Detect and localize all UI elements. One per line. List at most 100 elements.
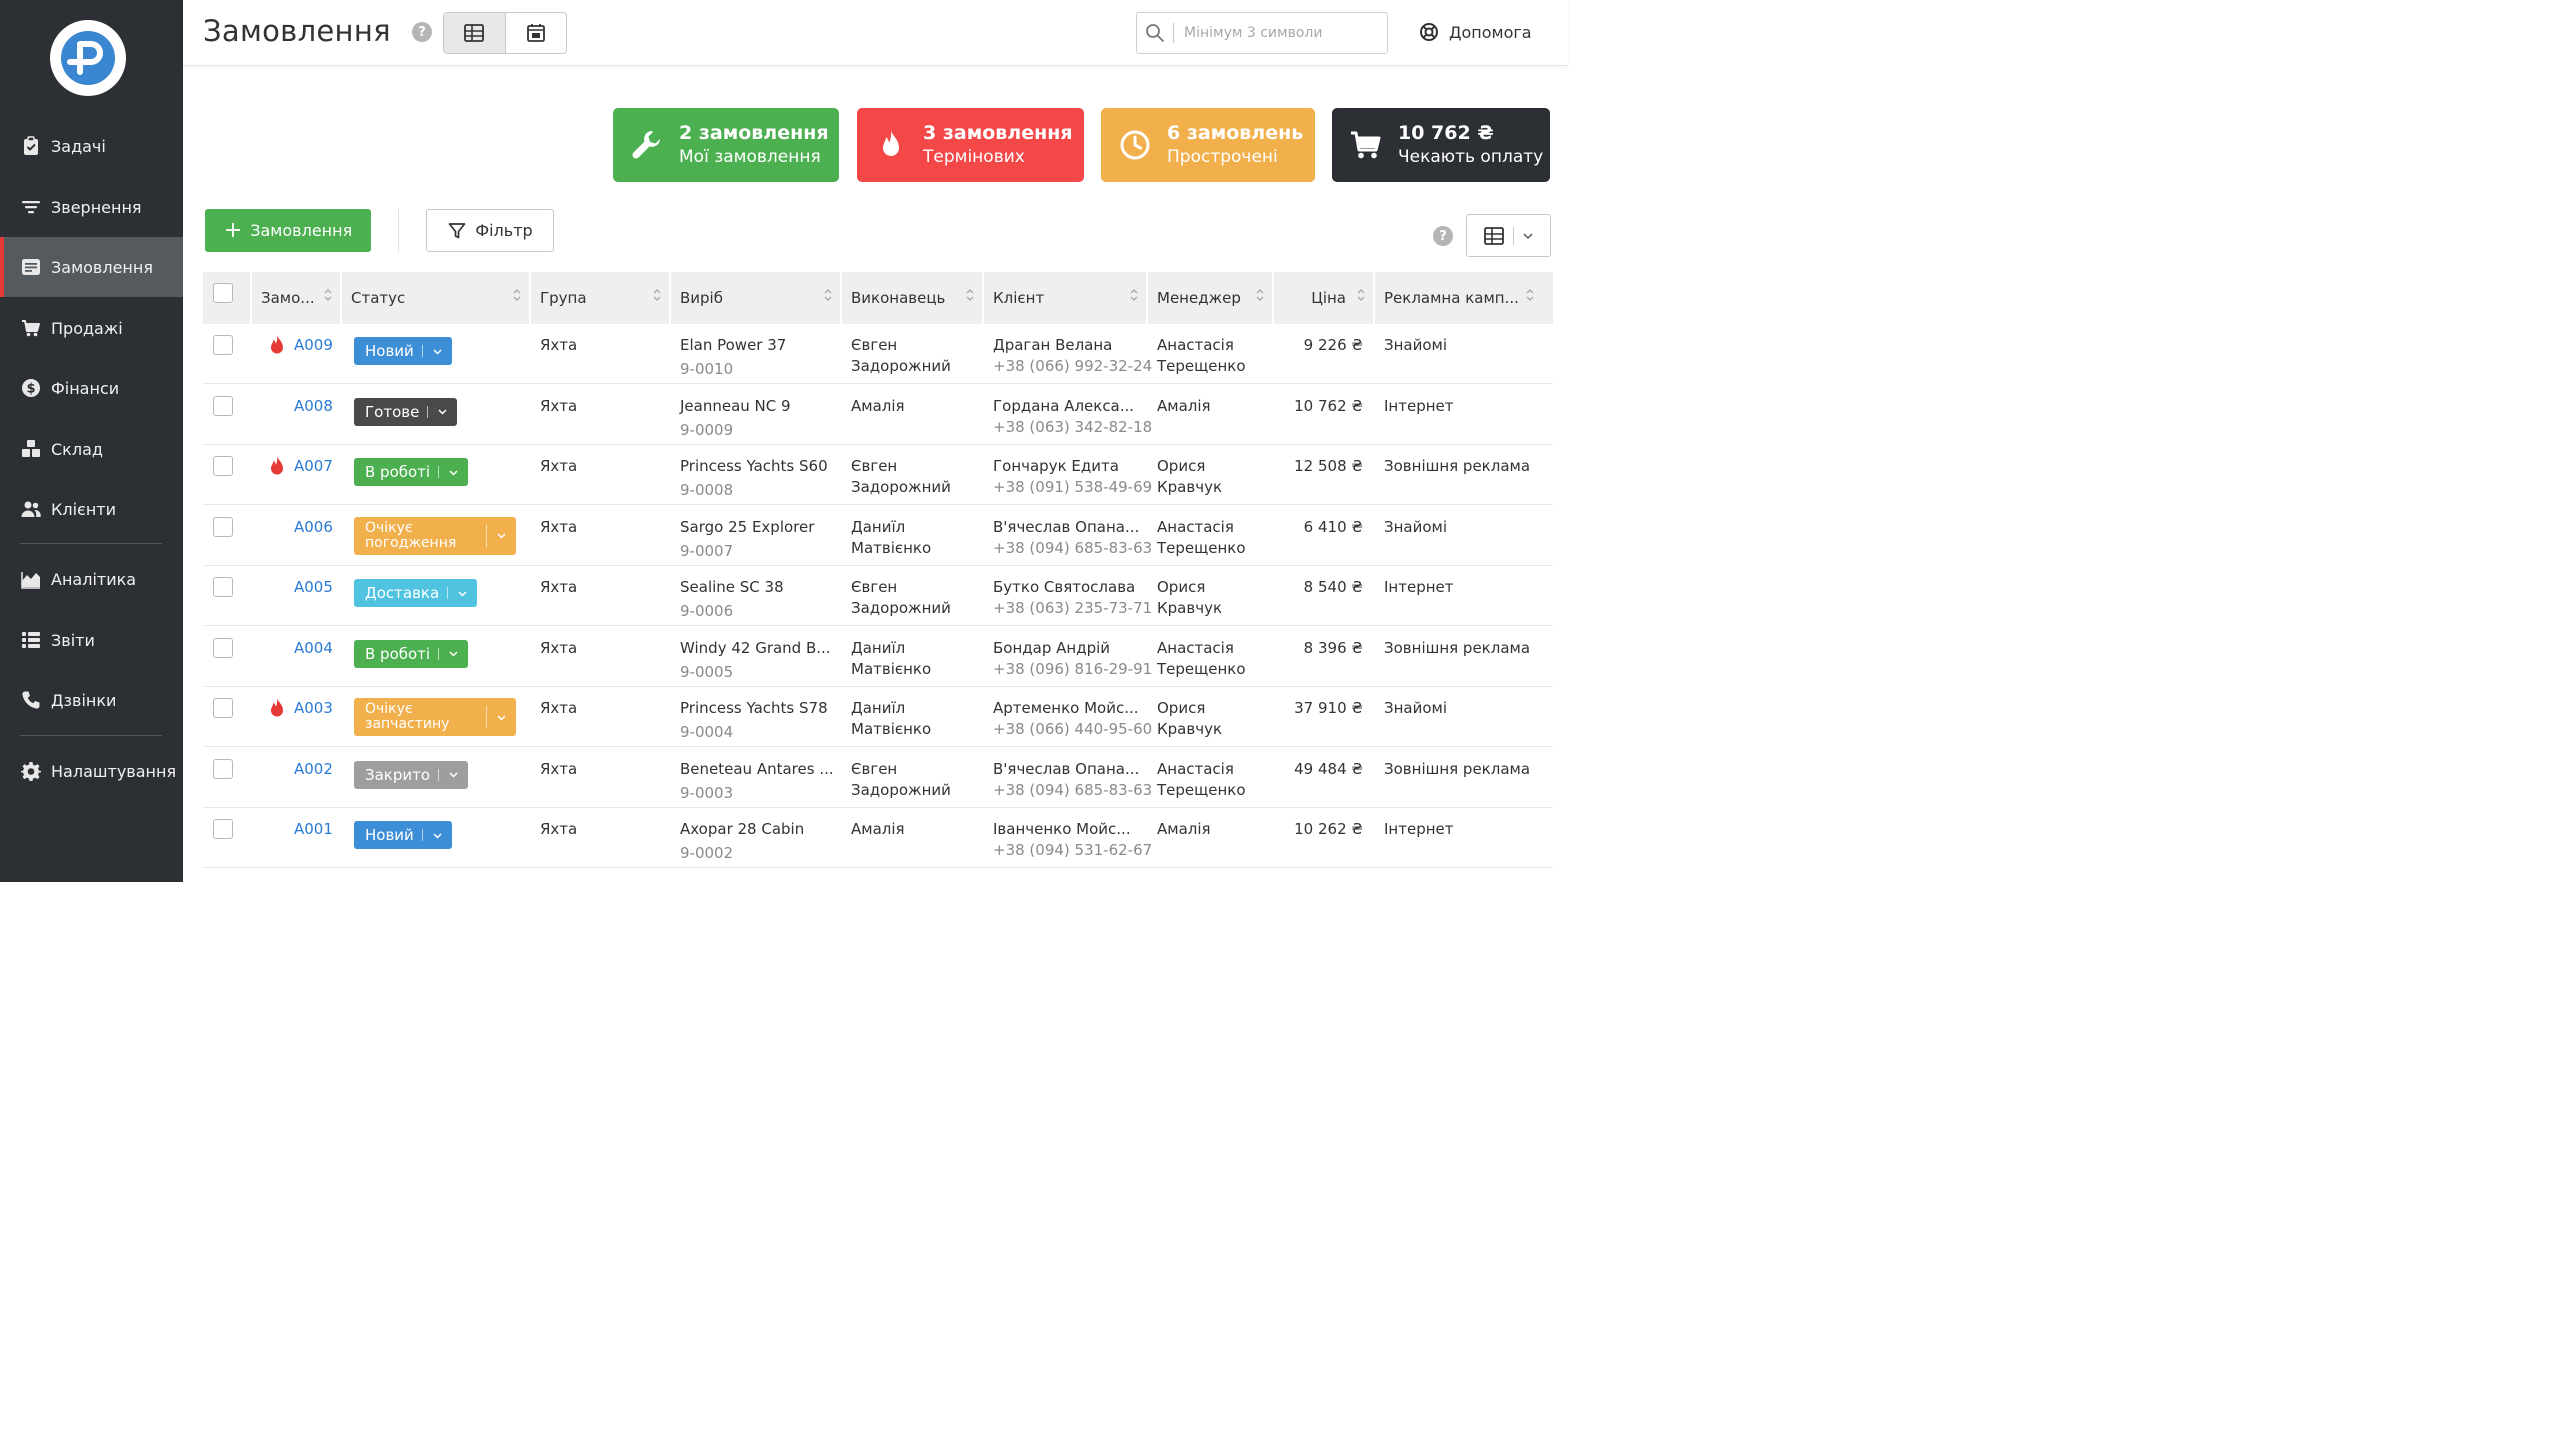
row-checkbox[interactable] [213,395,233,416]
order-number-link[interactable]: A008 [294,396,333,417]
table-row[interactable]: A006 Очікує погодження Яхта Sargo 25 Explore… [203,506,1553,566]
column-header-4[interactable]: Виріб [670,272,841,324]
app-logo[interactable] [50,20,126,96]
status-dropdown[interactable]: Очікує запчастину [354,698,516,736]
row-checkbox[interactable] [213,577,233,597]
table-help-icon[interactable]: ? [1433,226,1453,246]
order-number-link[interactable]: A004 [294,638,333,659]
client-name[interactable]: Бутко Святослава [993,577,1135,598]
calendar-view-button[interactable] [504,13,566,53]
product-code: 9-0010 [680,360,734,378]
row-checkbox[interactable] [213,698,233,718]
client-name[interactable]: В'ячеслав Опана... [993,759,1139,780]
sidebar-item-11[interactable]: Налаштування [0,741,183,801]
client-phone[interactable]: +38 (091) 538-49-69 [993,477,1152,498]
column-header-5[interactable]: Виконавець [841,272,983,324]
table-row[interactable]: A001 Новий Яхта Axopar 28 Cabin 9-0002 Амалія… [203,808,1553,868]
row-checkbox[interactable] [213,819,233,839]
status-dropdown[interactable]: Новий [354,821,452,849]
table-row[interactable]: A003 Очікує запчастину Яхта Princess Yachts … [203,687,1553,747]
client-name[interactable]: Іванченко Мойс... [993,819,1131,840]
sidebar-item-label: Склад [51,439,103,459]
order-number-link[interactable]: A005 [294,577,333,598]
filter-button[interactable]: Фільтр [426,209,554,252]
columns-settings-button[interactable] [1466,214,1551,257]
status-dropdown[interactable]: В роботі [354,458,469,486]
column-header-6[interactable]: Клієнт [983,272,1147,324]
status-divider [421,829,423,841]
client-name[interactable]: Гончарук Едита [993,456,1119,477]
sidebar-item-8[interactable]: Аналітика [0,549,183,609]
status-dropdown[interactable]: Закрито [354,760,469,789]
status-dropdown[interactable]: В роботі [354,639,469,668]
table-row[interactable]: A009 Новий Яхта Elan Power 37 9-0010 Євген Зад… [203,324,1553,384]
client-phone[interactable]: +38 (096) 816-29-91 [993,659,1152,680]
order-number-link[interactable]: A003 [294,698,333,719]
table-row[interactable]: A005 Доставка Яхта Sealine SC 38 9-0006 Євген… [203,566,1553,626]
sidebar-item-4[interactable]: Продажі [0,298,183,358]
select-all-checkbox[interactable] [213,283,233,303]
table-row[interactable]: A008 Готове Яхта Jeanneau NC 9 9-0009 Амалія Г… [203,385,1553,445]
status-label-line: запчастину [365,716,450,732]
column-separator [1272,272,1274,324]
summary-card-3[interactable]: 6 замовлень Прострочені [1101,108,1315,182]
row-checkbox[interactable] [213,758,233,779]
row-checkbox[interactable] [213,637,233,658]
table-row[interactable]: A004 В роботі Яхта Windy 42 Grand B... 9-000… [203,627,1553,687]
sidebar-item-7[interactable]: Клієнти [0,479,183,539]
table-row[interactable]: A007 В роботі Яхта Princess Yachts S60 9-000… [203,445,1553,505]
help-link[interactable]: Допомога [1419,22,1532,42]
sidebar-item-9[interactable]: Звіти [0,610,183,670]
status-dropdown[interactable]: Доставка [354,579,478,607]
sidebar-item-5[interactable]: $ Фінанси [0,358,183,418]
client-phone[interactable]: +38 (063) 342-82-18 [993,417,1152,438]
summary-card-2[interactable]: 3 замовлення Термінових [857,108,1084,182]
sidebar-item-3[interactable]: Замовлення [0,237,183,297]
report-list-icon [20,629,42,651]
order-number-link[interactable]: A007 [294,456,333,477]
client-phone[interactable]: +38 (066) 440-95-60 [993,719,1152,740]
column-header-8[interactable]: Ціна [1273,272,1374,324]
client-phone[interactable]: +38 (094) 685-83-63 [993,538,1152,559]
sidebar-item-10[interactable]: Дзвінки [0,670,183,730]
status-dropdown[interactable]: Новий [354,337,452,365]
client-name[interactable]: Артеменко Мойс... [993,698,1139,719]
order-number-link[interactable]: A002 [294,759,333,780]
client-phone[interactable]: +38 (094) 685-83-63 [993,780,1152,801]
table-row[interactable]: A002 Закрито Яхта Beneteau Antares ... 9-000… [203,748,1553,808]
status-label-line: погодження [365,534,457,551]
client-phone[interactable]: +38 (094) 531-62-67 [993,840,1152,861]
column-header-3[interactable]: Група [530,272,670,324]
sidebar-item-6[interactable]: Склад [0,419,183,479]
row-checkbox[interactable] [213,335,233,355]
search-input[interactable] [1184,25,1364,41]
client-name[interactable]: Бондар Андрій [993,638,1110,659]
row-checkbox[interactable] [213,516,233,537]
status-dropdown[interactable]: Очікує погодження [354,516,516,555]
summary-card-4[interactable]: 10 762 ₴ Чекають оплату [1332,108,1550,182]
client-phone[interactable]: +38 (063) 235-73-71 [993,598,1152,619]
sidebar-item-1[interactable]: Задачі [0,116,183,176]
order-number-link[interactable]: A001 [294,819,333,840]
row-checkbox[interactable] [213,456,233,476]
status-dropdown[interactable]: Готове [354,397,458,426]
order-number-link[interactable]: A009 [294,335,333,356]
client-name[interactable]: Гордана Алекса... [993,396,1134,417]
sidebar-item-2[interactable]: Звернення [0,177,183,237]
column-header-2[interactable]: Статус [341,272,530,324]
column-header-9[interactable]: Рекламна камп... [1374,272,1543,324]
group-cell: Яхта [540,699,578,717]
order-number-link[interactable]: A006 [294,517,333,538]
table-view-button[interactable] [444,13,505,53]
sidebar-item-label: Звіти [51,630,95,650]
add-order-button[interactable]: + Замовлення [205,209,371,252]
client-name[interactable]: Драган Велана [993,335,1112,356]
status-divider [486,524,487,547]
status-divider [438,768,440,781]
client-phone[interactable]: +38 (066) 992-32-24 [993,356,1152,377]
column-header-1[interactable]: Замо... [251,272,341,324]
client-name[interactable]: В'ячеслав Опана... [993,517,1139,538]
page-help-icon[interactable]: ? [412,22,432,42]
summary-card-1[interactable]: 2 замовлення Мої замовлення [613,108,839,182]
column-header-7[interactable]: Менеджер [1147,272,1273,324]
